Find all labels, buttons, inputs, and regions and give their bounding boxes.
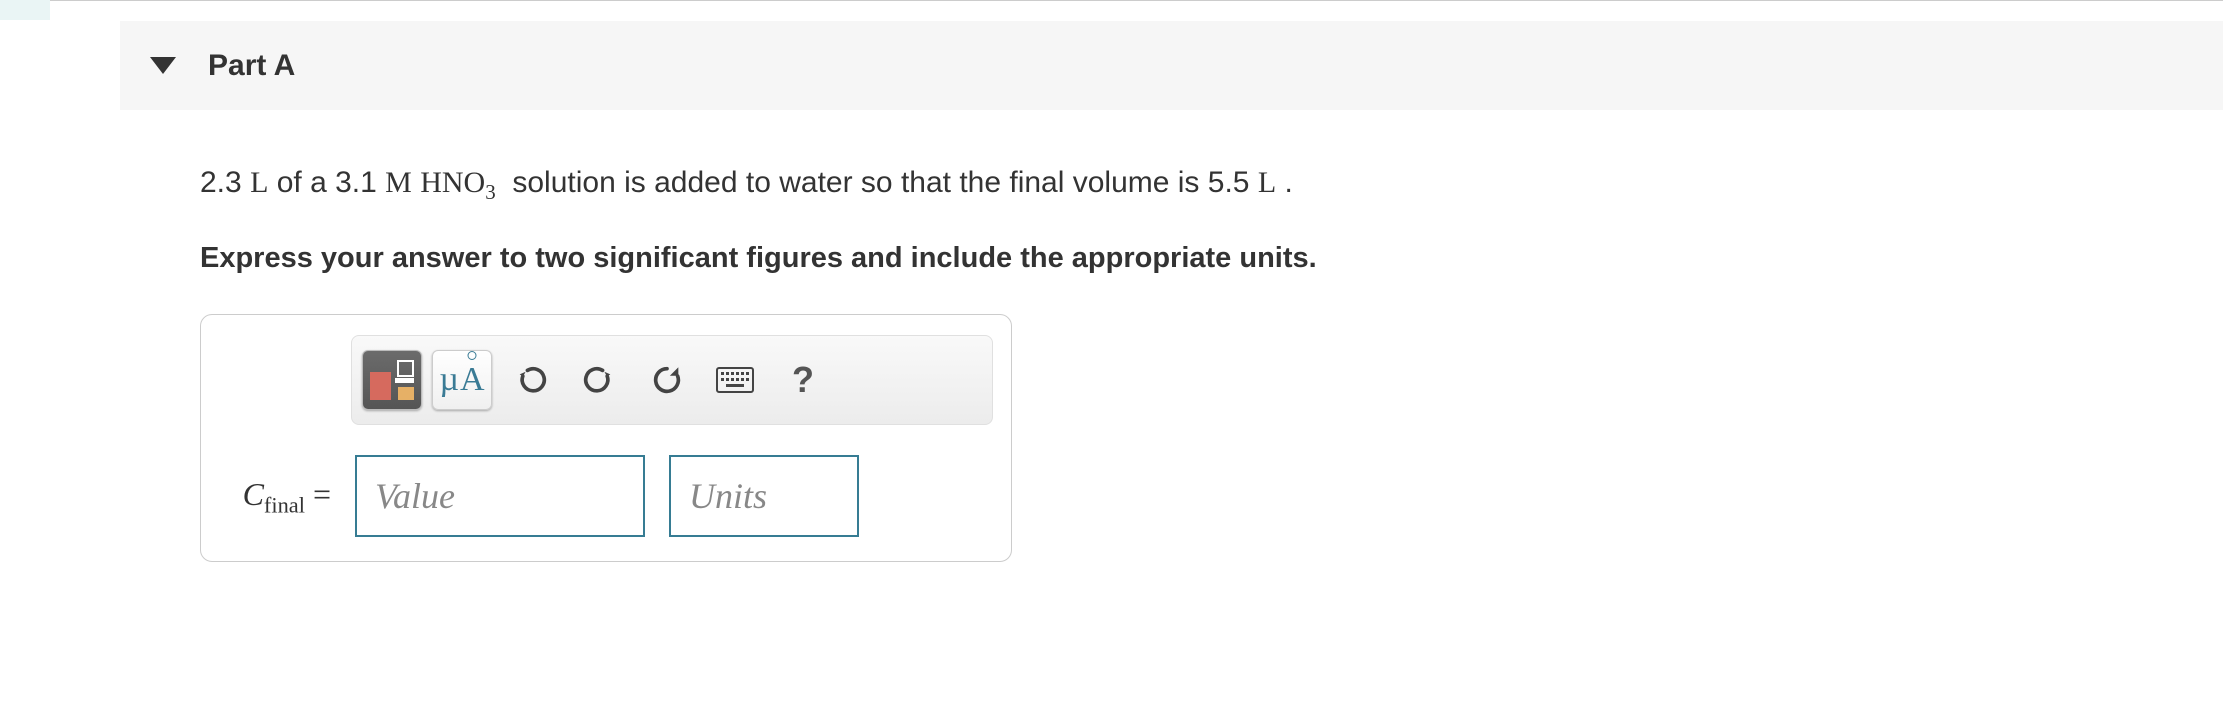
templates-button[interactable] bbox=[362, 350, 422, 410]
answer-label: Cfinal = bbox=[221, 470, 331, 522]
part-header[interactable]: Part A bbox=[120, 21, 2223, 110]
value-input[interactable]: Value bbox=[355, 455, 645, 537]
instruction-text: Express your answer to two significant f… bbox=[200, 237, 2163, 281]
vol1: 2.3 bbox=[200, 166, 242, 199]
mu-angstrom-icon: µA bbox=[439, 363, 484, 397]
solute-base: HNO bbox=[420, 166, 485, 199]
help-icon: ? bbox=[792, 353, 814, 407]
question-text: 2.3 L of a 3.1 M HNO3 solution is added … bbox=[200, 160, 2163, 209]
reset-icon bbox=[650, 363, 684, 397]
units-input[interactable]: Units bbox=[669, 455, 859, 537]
equation-toolbar: µA bbox=[351, 335, 993, 425]
redo-icon bbox=[582, 363, 616, 397]
keyboard-icon bbox=[716, 367, 754, 393]
symbols-button[interactable]: µA bbox=[432, 350, 492, 410]
keyboard-button[interactable] bbox=[706, 351, 764, 409]
undo-button[interactable] bbox=[502, 351, 560, 409]
part-title: Part A bbox=[208, 43, 295, 88]
conc: 3.1 bbox=[335, 166, 377, 199]
caret-down-icon bbox=[150, 57, 176, 74]
answer-panel: µA bbox=[200, 314, 1012, 562]
templates-icon bbox=[370, 360, 414, 400]
undo-icon bbox=[514, 363, 548, 397]
question-mid: solution is added to water so that the f… bbox=[512, 166, 1199, 199]
unit-M: M bbox=[385, 166, 412, 199]
reset-button[interactable] bbox=[638, 351, 696, 409]
unit-L1: L bbox=[250, 166, 268, 199]
redo-button[interactable] bbox=[570, 351, 628, 409]
solute-sub: 3 bbox=[485, 180, 496, 204]
unit-L2: L bbox=[1258, 166, 1276, 199]
help-button[interactable]: ? bbox=[774, 351, 832, 409]
vol2: 5.5 bbox=[1208, 166, 1250, 199]
